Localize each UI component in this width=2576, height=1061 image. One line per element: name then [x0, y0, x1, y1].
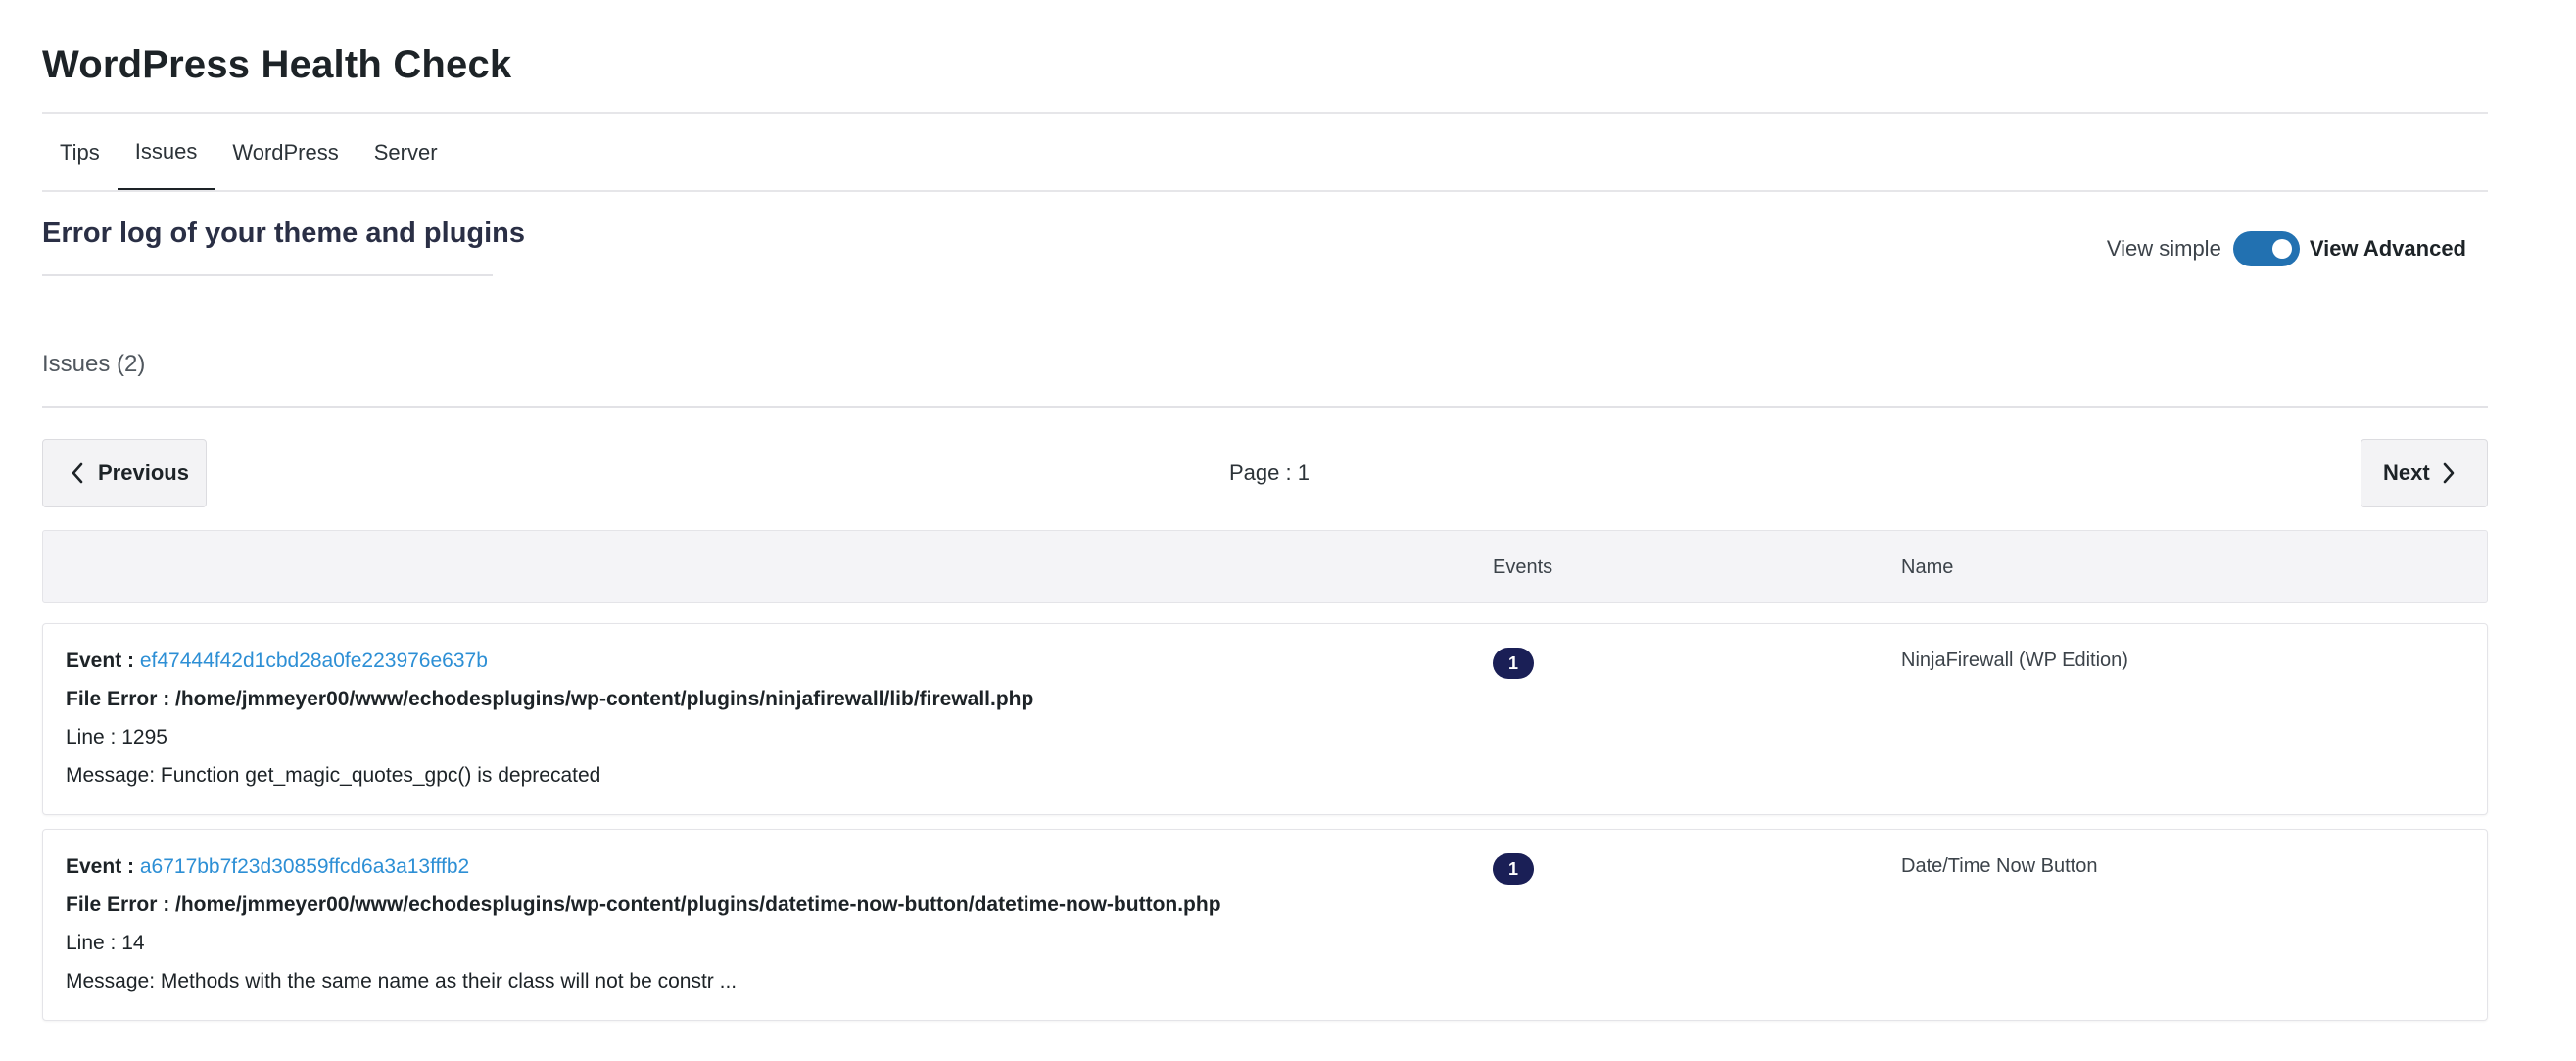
view-advanced-label[interactable]: View Advanced	[2310, 236, 2466, 262]
events-count-badge: 1	[1493, 648, 1534, 679]
table-header: Events Name	[42, 530, 2488, 603]
next-label: Next	[2383, 460, 2430, 485]
tab-issues[interactable]: Issues	[117, 116, 215, 192]
issue-details: Event : ef47444f42d1cbd28a0fe223976e637b…	[66, 650, 1033, 802]
error-line-number: Line : 14	[66, 932, 145, 954]
chevron-left-icon	[71, 462, 84, 484]
page-indicator: Page : 1	[1229, 460, 1310, 485]
switch-knob	[2271, 239, 2292, 259]
view-mode-toggle: View simple View Advanced	[2107, 229, 2466, 268]
view-mode-switch[interactable]	[2232, 231, 2300, 266]
issue-details: Event : a6717bb7f23d30859ffcd6a3a13fffb2…	[66, 855, 1221, 1008]
tab-wordpress[interactable]: WordPress	[215, 116, 356, 190]
event-label: Event :	[66, 855, 135, 878]
column-header-events: Events	[1493, 556, 1553, 578]
previous-button[interactable]: Previous	[42, 439, 207, 507]
next-button[interactable]: Next	[2361, 439, 2488, 507]
chevron-right-icon	[2442, 462, 2456, 484]
tab-bar: Tips Issues WordPress Server	[42, 116, 455, 192]
table-row: Event : a6717bb7f23d30859ffcd6a3a13fffb2…	[42, 829, 2488, 1021]
issues-divider	[42, 406, 2488, 408]
table-row: Event : ef47444f42d1cbd28a0fe223976e637b…	[42, 623, 2488, 815]
tab-server[interactable]: Server	[357, 116, 455, 190]
event-id-link[interactable]: a6717bb7f23d30859ffcd6a3a13fffb2	[140, 855, 469, 878]
events-count-badge: 1	[1493, 853, 1534, 885]
plugin-name: Date/Time Now Button	[1901, 855, 2098, 877]
section-title: Error log of your theme and plugins	[42, 217, 526, 249]
issues-count: Issues (2)	[42, 351, 146, 377]
file-error: File Error : /home/jmmeyer00/www/echodes…	[66, 688, 1034, 710]
page-title: WordPress Health Check	[42, 43, 512, 86]
error-message: Message: Methods with the same name as t…	[66, 970, 738, 992]
previous-label: Previous	[98, 460, 189, 485]
plugin-name: NinjaFirewall (WP Edition)	[1901, 650, 2128, 671]
tabs-divider	[42, 190, 2488, 192]
event-label: Event :	[66, 650, 135, 672]
error-message: Message: Function get_magic_quotes_gpc()…	[66, 764, 601, 787]
view-simple-label[interactable]: View simple	[2107, 236, 2221, 262]
event-line: Event : ef47444f42d1cbd28a0fe223976e637b	[66, 650, 1033, 688]
file-error: File Error : /home/jmmeyer00/www/echodes…	[66, 893, 1221, 916]
title-divider	[42, 112, 2488, 114]
section-divider	[42, 274, 493, 276]
event-line: Event : a6717bb7f23d30859ffcd6a3a13fffb2	[66, 855, 1221, 893]
event-id-link[interactable]: ef47444f42d1cbd28a0fe223976e637b	[140, 650, 488, 672]
column-header-name: Name	[1901, 556, 1954, 578]
error-line-number: Line : 1295	[66, 726, 167, 748]
tab-tips[interactable]: Tips	[42, 116, 118, 190]
